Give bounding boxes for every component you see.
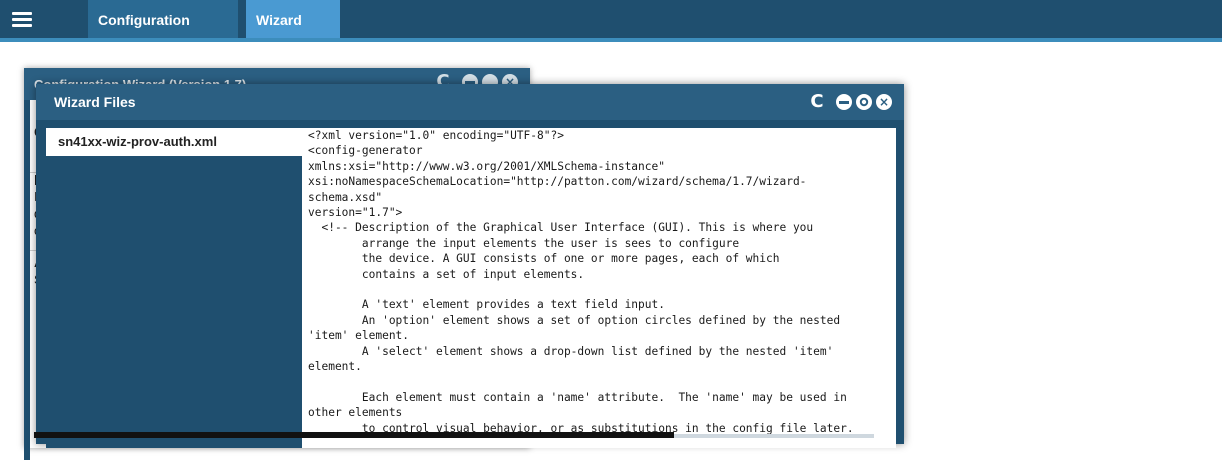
wizard-files-window: Wizard Files C × sn41xx-wiz-prov-auth.xm… bbox=[36, 84, 904, 448]
wizard-files-title: Wizard Files bbox=[54, 94, 136, 110]
back-window-sidebar bbox=[24, 100, 30, 460]
code-line: <!-- Description of the Graphical User I… bbox=[308, 221, 814, 235]
refresh-icon[interactable]: C bbox=[808, 93, 826, 111]
file-list: sn41xx-wiz-prov-auth.xml bbox=[46, 128, 302, 448]
taskbar-strip bbox=[34, 432, 674, 438]
top-nav-bar: Configuration Wizard Wizard Files bbox=[0, 0, 1222, 68]
close-icon[interactable]: × bbox=[876, 94, 892, 110]
code-line: Each element must contain a 'name' attri… bbox=[308, 390, 847, 404]
code-line: A 'select' element shows a drop-down lis… bbox=[308, 344, 834, 358]
code-line: other elements bbox=[308, 406, 403, 420]
code-line: <?xml version="1.0" encoding="UTF-8"?> bbox=[308, 129, 564, 142]
code-line: element. bbox=[308, 360, 362, 374]
nav-accent-line bbox=[0, 38, 1222, 42]
code-line: the device. A GUI consists of one or mor… bbox=[308, 252, 780, 266]
wizard-files-titlebar[interactable]: Wizard Files C × bbox=[36, 84, 904, 120]
file-content-viewer[interactable]: <?xml version="1.0" encoding="UTF-8"?> <… bbox=[302, 128, 896, 448]
code-line: <config-generator bbox=[308, 144, 423, 158]
minimize-icon[interactable] bbox=[836, 94, 852, 110]
code-line: An 'option' element shows a set of optio… bbox=[308, 313, 841, 327]
code-line: xsi:noNamespaceSchemaLocation="http://pa… bbox=[308, 175, 807, 189]
tab-configuration-wizard[interactable]: Configuration Wizard bbox=[88, 0, 238, 68]
file-list-item[interactable]: sn41xx-wiz-prov-auth.xml bbox=[46, 128, 302, 156]
window-controls: C × bbox=[804, 93, 892, 111]
tab-wizard-files[interactable]: Wizard Files bbox=[246, 0, 340, 68]
code-line: arrange the input elements the user is s… bbox=[308, 236, 740, 250]
code-line: xmlns:xsi="http://www.w3.org/2001/XMLSch… bbox=[308, 159, 665, 173]
code-line: version="1.7"> bbox=[308, 206, 403, 220]
code-line: A 'text' element provides a text field i… bbox=[308, 298, 665, 312]
code-line: contains a set of input elements. bbox=[308, 267, 585, 281]
taskbar-strip-light bbox=[674, 434, 874, 438]
xml-code: <?xml version="1.0" encoding="UTF-8"?> <… bbox=[302, 128, 896, 436]
code-line: 'item' element. bbox=[308, 329, 410, 343]
code-line: schema.xsd" bbox=[308, 190, 383, 204]
restore-icon[interactable] bbox=[856, 94, 872, 110]
hamburger-menu-icon[interactable] bbox=[12, 12, 32, 28]
